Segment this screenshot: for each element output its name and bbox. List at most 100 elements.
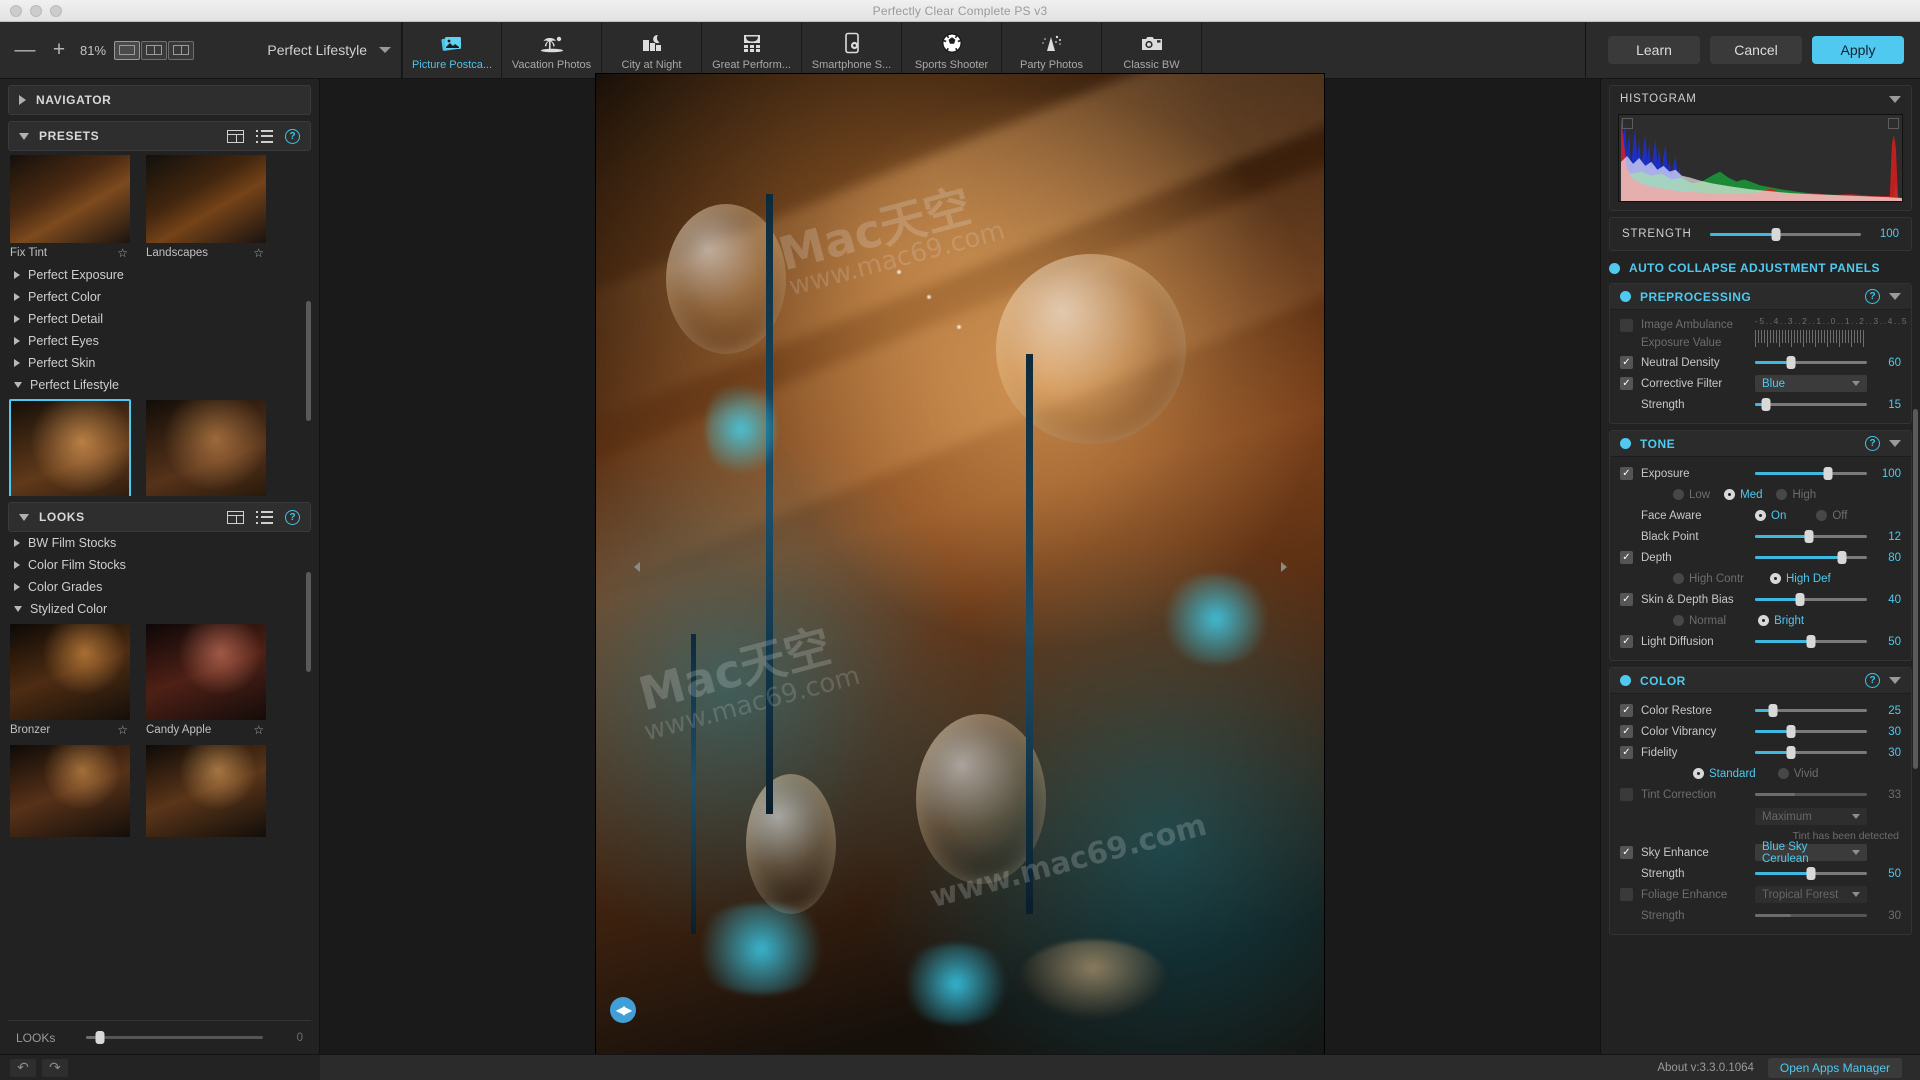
color-restore-checkbox[interactable]: ✓ [1620,704,1633,717]
image-canvas[interactable]: Mac天空 www.mac69.com Mac天空 www.mac69.com … [320,74,1600,1059]
open-apps-manager-button[interactable]: Open Apps Manager [1767,1057,1902,1078]
tab-classic-bw[interactable]: Classic BW [1102,22,1202,78]
look-thumbnail[interactable] [10,745,130,837]
single-view-button[interactable] [114,40,141,60]
image-ambulance-checkbox[interactable]: ✓ [1620,318,1633,332]
histogram-header[interactable]: HISTOGRAM [1610,86,1911,112]
neutral-density-slider[interactable] [1755,356,1867,369]
look-category-stylized-color[interactable]: Stylized Color [8,598,311,620]
slider-knob[interactable] [1795,593,1805,606]
chevron-down-icon[interactable] [1889,293,1901,300]
learn-button[interactable]: Learn [1608,36,1700,64]
black-point-slider[interactable] [1755,530,1867,543]
light-diffusion-checkbox[interactable]: ✓ [1620,635,1633,648]
tab-great-performance[interactable]: Great Perform... [702,22,802,78]
preset-thumbnail-picture-postcard[interactable]: Picture Postcard ☆ [9,399,131,496]
strength-slider[interactable] [1710,227,1861,241]
collapse-left-panel-handle[interactable] [632,554,641,580]
undo-button[interactable]: ↶ [10,1058,36,1077]
preset-category-perfect-detail[interactable]: Perfect Detail [8,308,311,330]
preset-category-perfect-lifestyle[interactable]: Perfect Lifestyle [8,374,311,396]
tab-party-photos[interactable]: Party Photos [1002,22,1102,78]
tab-picture-postcard[interactable]: Picture Postca... [402,22,502,78]
zoom-in-button[interactable]: + [42,33,76,67]
exposure-checkbox[interactable]: ✓ [1620,467,1633,480]
help-icon[interactable]: ? [285,509,300,525]
exposure-slider[interactable] [1755,467,1867,480]
corrective-strength-slider[interactable] [1755,398,1867,411]
slider-knob[interactable] [1786,356,1796,369]
looks-scrollbar[interactable] [306,572,311,672]
sky-enhance-checkbox[interactable]: ✓ [1620,846,1633,859]
highlight-clip-indicator[interactable] [1888,118,1899,129]
chevron-down-icon[interactable] [1889,95,1901,103]
slider-knob[interactable] [1786,746,1796,759]
presets-scrollbar[interactable] [306,301,311,421]
look-category-color-film-stocks[interactable]: Color Film Stocks [8,554,311,576]
face-aware-off[interactable]: Off [1816,510,1847,522]
tint-correction-slider[interactable] [1755,788,1867,801]
apply-button[interactable]: Apply [1812,36,1904,64]
slider-knob[interactable] [1806,635,1816,648]
list-view-icon[interactable] [256,129,273,143]
collapse-right-panel-handle[interactable] [1279,554,1288,580]
fidelity-mode-vivid[interactable]: Vivid [1777,768,1818,780]
look-category-bw-film-stocks[interactable]: BW Film Stocks [8,532,311,554]
tint-correction-checkbox[interactable]: ✓ [1620,788,1633,801]
look-thumbnail-bronzer[interactable]: Bronzer ☆ [10,624,130,741]
slider-knob[interactable] [1768,704,1778,717]
redo-button[interactable]: ↷ [42,1058,68,1077]
look-category-color-grades[interactable]: Color Grades [8,576,311,598]
presets-section-header[interactable]: PRESETS ? [8,121,311,151]
sky-enhance-dropdown[interactable]: Blue Sky Cerulean [1755,841,1867,865]
slider-knob[interactable] [1823,467,1833,480]
color-vibrancy-checkbox[interactable]: ✓ [1620,725,1633,738]
depth-mode-high-contrast[interactable]: High Contr [1673,573,1744,585]
tab-sports-shooter[interactable]: Sports Shooter [902,22,1002,78]
skin-mode-bright[interactable]: Bright [1758,615,1804,627]
fidelity-checkbox[interactable]: ✓ [1620,746,1633,759]
look-thumbnail[interactable] [146,745,266,837]
neutral-density-checkbox[interactable]: ✓ [1620,356,1633,369]
grid-view-icon[interactable] [227,510,244,524]
exposure-mode-med[interactable]: Med [1724,489,1762,501]
fidelity-mode-standard[interactable]: Standard [1693,768,1756,780]
looks-section-header[interactable]: LOOKS ? [8,502,311,532]
foliage-strength-slider[interactable] [1755,909,1867,922]
slider-knob[interactable] [1837,551,1847,564]
auto-collapse-toggle[interactable]: AUTO COLLAPSE ADJUSTMENT PANELS [1609,261,1912,275]
skin-depth-bias-checkbox[interactable]: ✓ [1620,593,1633,606]
looks-slider[interactable] [86,1031,263,1044]
help-icon[interactable]: ? [1865,289,1880,304]
tone-header[interactable]: TONE ? [1610,431,1911,457]
help-icon[interactable]: ? [285,128,300,144]
corrective-filter-dropdown[interactable]: Blue [1755,375,1867,392]
slider-knob[interactable] [1761,398,1771,411]
favorite-star-icon[interactable]: ☆ [253,723,264,737]
side-by-side-view-button[interactable] [168,40,195,60]
look-thumbnail-candy-apple[interactable]: Candy Apple ☆ [146,624,266,741]
tab-vacation-photos[interactable]: Vacation Photos [502,22,602,78]
light-diffusion-slider[interactable] [1755,635,1867,648]
color-header[interactable]: COLOR ? [1610,668,1911,694]
skin-mode-normal[interactable]: Normal [1673,615,1726,627]
preset-thumbnail[interactable]: Fix Tint ☆ [10,155,130,264]
slider-knob[interactable] [1771,227,1781,241]
help-icon[interactable]: ? [1865,436,1880,451]
slider-knob[interactable] [95,1031,105,1044]
face-aware-on[interactable]: On [1755,510,1786,522]
exposure-mode-low[interactable]: Low [1673,489,1710,501]
exposure-value-scale[interactable]: -5..4..3..2..1..0..1..2..3..4..5 [1755,311,1908,347]
skin-depth-bias-slider[interactable] [1755,593,1867,606]
favorite-star-icon[interactable]: ☆ [253,246,264,260]
exposure-mode-high[interactable]: High [1776,489,1816,501]
slider-knob[interactable] [1806,867,1816,880]
favorite-star-icon[interactable]: ☆ [117,723,128,737]
chevron-down-icon[interactable] [1889,677,1901,684]
sky-strength-slider[interactable] [1755,867,1867,880]
depth-mode-high-def[interactable]: High Def [1769,573,1831,585]
navigator-section-header[interactable]: NAVIGATOR [8,85,311,115]
tint-correction-dropdown[interactable]: Maximum [1755,808,1867,825]
color-restore-slider[interactable] [1755,704,1867,717]
zoom-out-button[interactable]: — [8,33,42,67]
